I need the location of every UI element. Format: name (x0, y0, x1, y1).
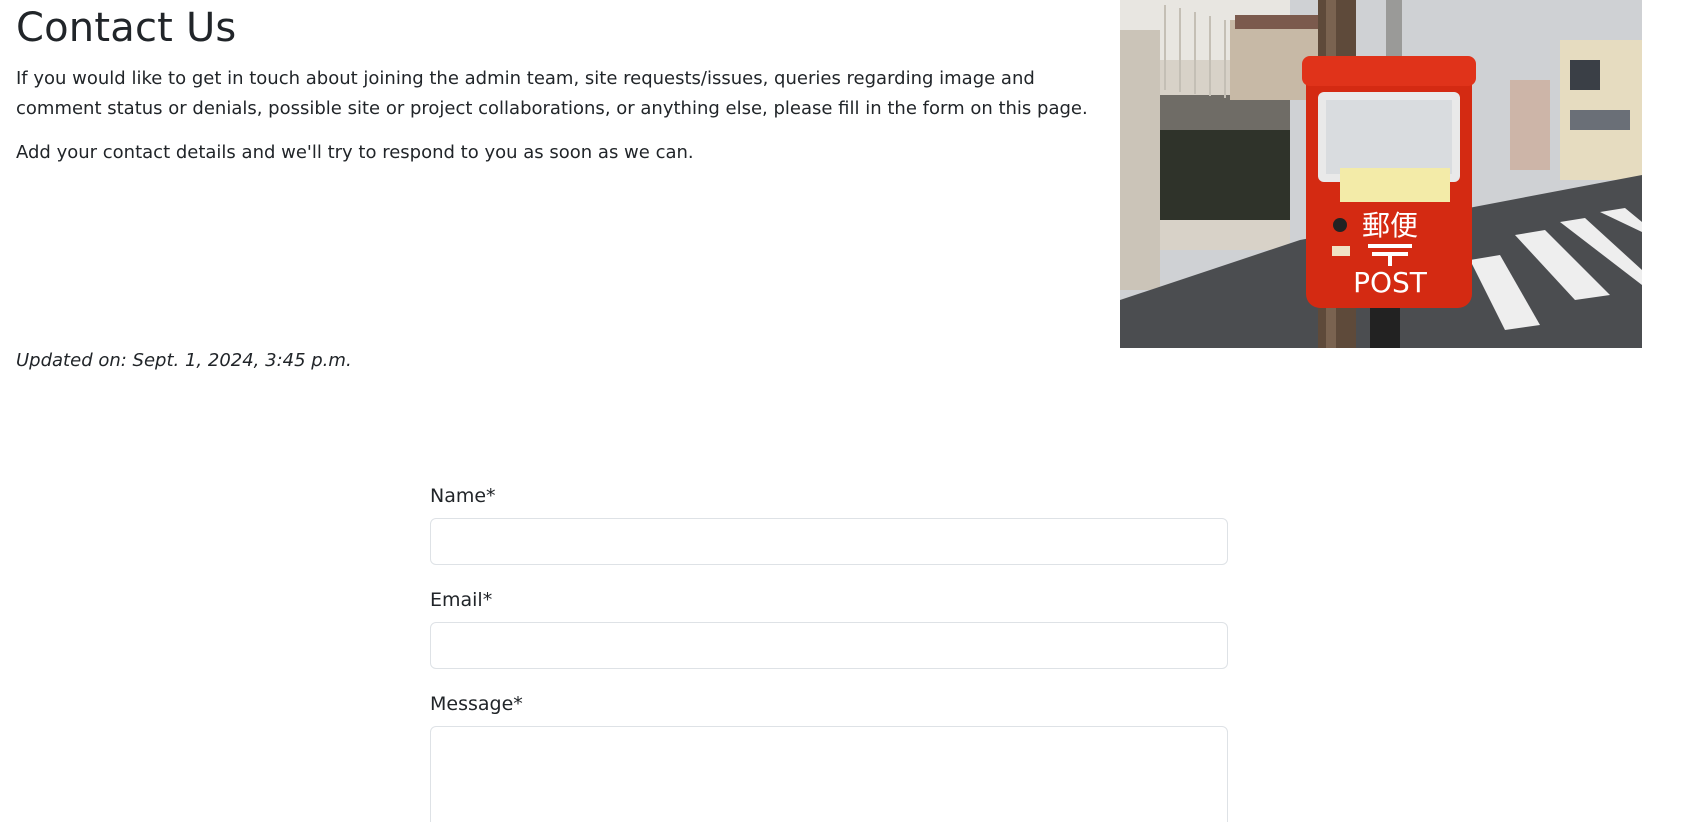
intro-paragraph: If you would like to get in touch about … (16, 68, 1088, 119)
name-input[interactable] (430, 518, 1228, 565)
intro-section: Contact Us If you would like to get in t… (16, 0, 1096, 182)
contact-hint: Add your contact details and we'll try t… (16, 142, 694, 163)
post-box-photo: 郵便 POST (1120, 0, 1642, 348)
contact-page: Contact Us If you would like to get in t… (0, 0, 1702, 822)
post-box-kanji: 郵便 (1362, 209, 1418, 242)
message-label: Message* (430, 693, 523, 715)
message-textarea[interactable] (430, 726, 1228, 822)
updated-timestamp: Updated on: Sept. 1, 2024, 3:45 p.m. (16, 350, 352, 371)
page-title: Contact Us (16, 5, 237, 51)
post-box-label: POST (1353, 266, 1428, 299)
contact-form: Name* Email* Message* (430, 484, 1228, 822)
post-box-illustration: 郵便 POST (1120, 0, 1642, 348)
email-input[interactable] (430, 622, 1228, 669)
name-label: Name* (430, 485, 496, 507)
email-label: Email* (430, 589, 493, 611)
